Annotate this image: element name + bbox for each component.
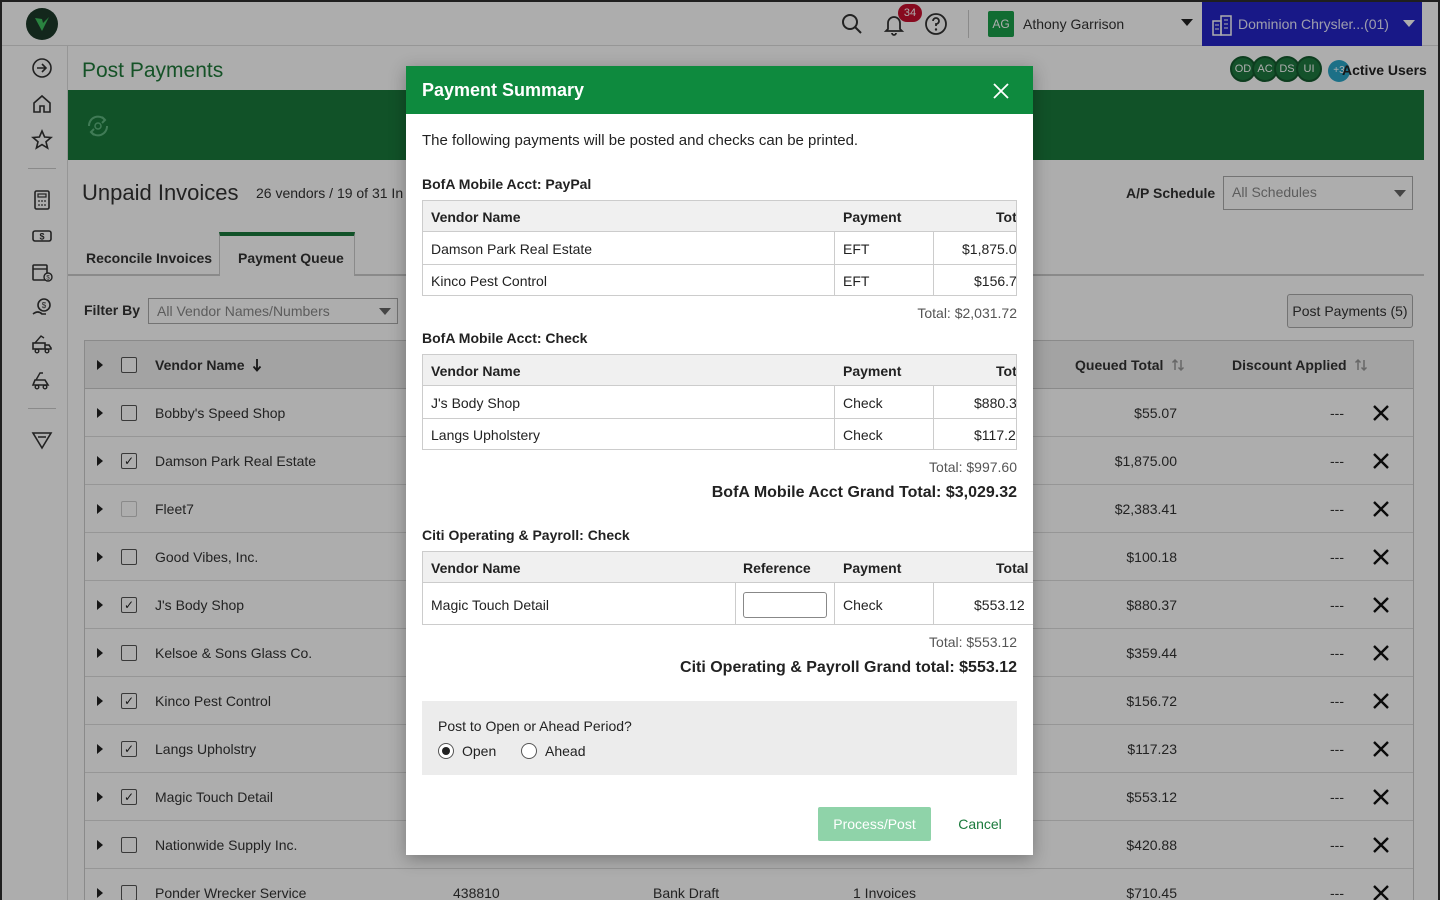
column-divider <box>834 386 835 449</box>
bofa-paypal-table: Vendor Name Payment Total Damson Park Re… <box>422 200 1017 296</box>
column-divider <box>834 583 835 624</box>
total-cell: $117.23 <box>974 427 1016 443</box>
modal-intro-text: The following payments will be posted an… <box>422 132 859 149</box>
column-reference: Reference <box>743 560 811 576</box>
payment-cell: Check <box>843 597 883 613</box>
column-divider <box>834 232 835 295</box>
table-row: Kinco Pest Control EFT $156.72 <box>423 265 1017 295</box>
payment-cell: EFT <box>843 241 870 257</box>
column-divider <box>933 583 934 624</box>
column-vendor-name: Vendor Name <box>431 209 521 225</box>
section-title-bofa-paypal: BofA Mobile Acct: PayPal <box>422 176 592 192</box>
modal-header: Payment Summary <box>406 66 1033 114</box>
column-divider <box>933 232 934 295</box>
reference-input[interactable] <box>743 592 827 618</box>
vendor-cell: Magic Touch Detail <box>431 597 550 613</box>
column-total: Total <box>996 209 1017 225</box>
vendor-cell: Damson Park Real Estate <box>431 241 593 257</box>
process-post-button[interactable]: Process/Post <box>818 807 931 841</box>
payment-cell: EFT <box>843 273 870 289</box>
section-subtotal: Total: $997.60 <box>929 459 1017 475</box>
close-icon[interactable] <box>992 82 1010 100</box>
section-subtotal: Total: $553.12 <box>929 634 1017 650</box>
table-header: Vendor Name Reference Payment Total <box>423 552 1033 583</box>
total-cell: $553.12 <box>974 597 1025 613</box>
table-row: Damson Park Real Estate EFT $1,875.00 <box>423 233 1017 265</box>
ahead-radio[interactable] <box>521 743 537 759</box>
payment-cell: Check <box>843 427 883 443</box>
citi-check-table: Vendor Name Reference Payment Total Magi… <box>422 551 1033 625</box>
total-cell: $880.37 <box>974 395 1017 411</box>
app-window: 34 AG Athony Garrison Dominion Chrysler.… <box>2 2 1438 900</box>
table-row: Langs Upholstery Check $117.23 <box>423 419 1016 449</box>
payment-cell: Check <box>843 395 883 411</box>
column-vendor-name: Vendor Name <box>431 363 521 379</box>
table-header: Vendor Name Payment Total <box>423 201 1017 232</box>
section-title-bofa-check: BofA Mobile Acct: Check <box>422 330 588 346</box>
column-total: Total <box>996 363 1017 379</box>
payment-summary-modal: Payment Summary The following payments w… <box>406 66 1033 855</box>
vendor-cell: Langs Upholstery <box>431 427 540 443</box>
open-radio[interactable] <box>438 743 454 759</box>
column-divider <box>735 583 736 624</box>
table-header: Vendor Name Payment Total <box>423 355 1017 386</box>
open-radio-label[interactable]: Open <box>462 743 496 759</box>
citi-grand-total: Citi Operating & Payroll Grand total: $5… <box>680 659 1017 676</box>
total-cell: $1,875.00 <box>962 241 1017 257</box>
column-vendor-name: Vendor Name <box>431 560 521 576</box>
column-payment: Payment <box>843 209 902 225</box>
period-selection: Post to Open or Ahead Period? Open Ahead <box>422 701 1017 775</box>
column-divider <box>933 386 934 449</box>
table-row: Magic Touch Detail Check $553.12 <box>423 584 1033 624</box>
table-row: J's Body Shop Check $880.37 <box>423 387 1017 419</box>
cancel-button[interactable]: Cancel <box>946 807 1014 841</box>
bofa-grand-total: BofA Mobile Acct Grand Total: $3,029.32 <box>711 484 1017 501</box>
vendor-cell: Kinco Pest Control <box>431 273 547 289</box>
section-subtotal: Total: $2,031.72 <box>917 305 1017 321</box>
total-cell: $156.72 <box>974 273 1017 289</box>
column-total: Total <box>996 560 1029 576</box>
bofa-check-table: Vendor Name Payment Total J's Body Shop … <box>422 354 1017 450</box>
modal-title: Payment Summary <box>422 80 585 100</box>
vendor-cell: J's Body Shop <box>431 395 521 411</box>
period-question: Post to Open or Ahead Period? <box>438 718 632 734</box>
column-payment: Payment <box>843 560 902 576</box>
ahead-radio-label[interactable]: Ahead <box>545 743 585 759</box>
section-title-citi-check: Citi Operating & Payroll: Check <box>422 527 630 543</box>
column-payment: Payment <box>843 363 902 379</box>
